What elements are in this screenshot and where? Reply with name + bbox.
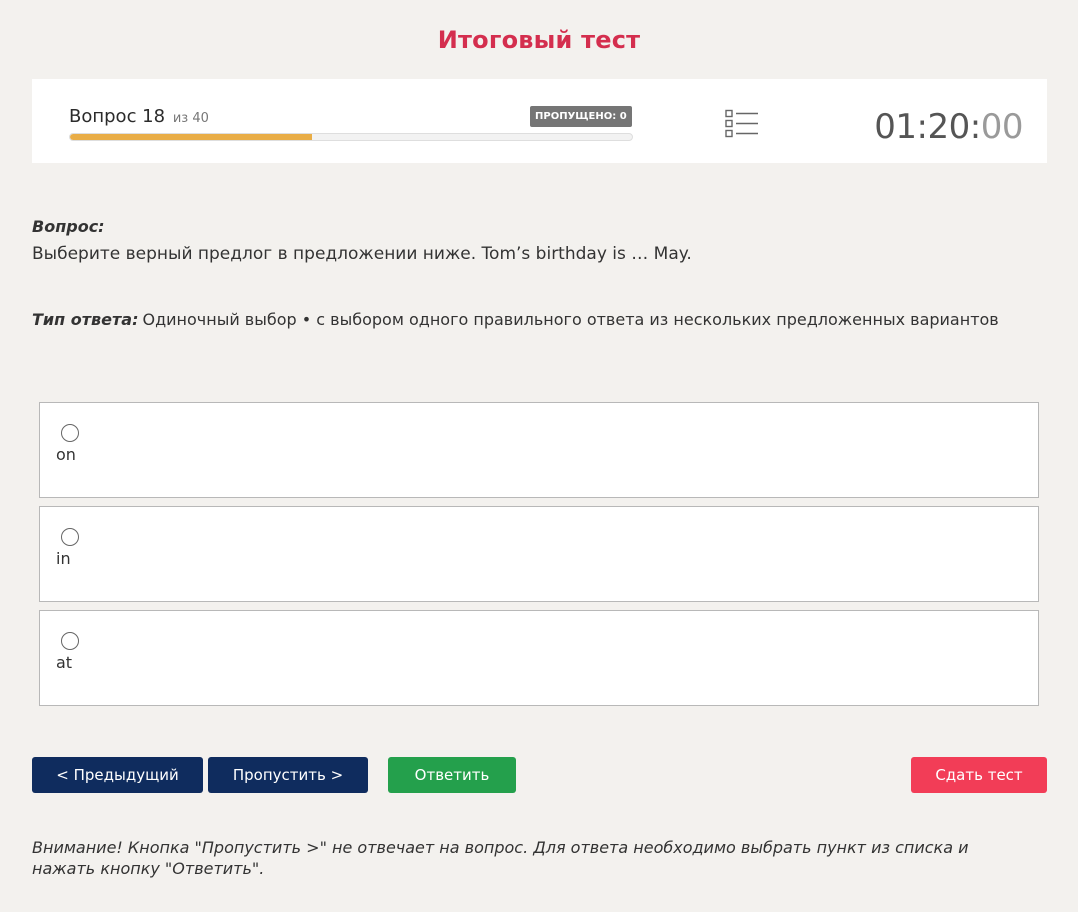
list-icon — [725, 109, 758, 138]
question-text: Выберите верный предлог в предложении ни… — [32, 244, 692, 264]
skip-button[interactable]: Пропустить > — [208, 757, 368, 793]
submit-test-button[interactable]: Сдать тест — [911, 757, 1047, 793]
timer: 01:20:00 — [874, 107, 1023, 147]
answer-button[interactable]: Ответить — [388, 757, 516, 793]
question-total: из 40 — [172, 111, 209, 126]
answer-type-label: Тип ответа: — [32, 310, 139, 329]
question-label: Вопрос: — [32, 217, 105, 236]
answer-option-in[interactable]: in — [39, 506, 1039, 602]
timer-main: 01:20: — [874, 107, 981, 147]
progress-bar — [69, 133, 633, 141]
question-counter: Вопрос 18 из 40 — [69, 106, 209, 127]
page-title: Итоговый тест — [437, 26, 641, 54]
radio-button[interactable] — [61, 528, 79, 546]
option-label: at — [56, 653, 73, 672]
question-list-button[interactable] — [725, 109, 759, 139]
skipped-badge: ПРОПУЩЕНО: 0 — [530, 106, 632, 127]
option-label: on — [56, 445, 76, 464]
question-number: Вопрос 18 — [69, 106, 166, 127]
answer-type-text: Одиночный выбор • с выбором одного прави… — [142, 310, 999, 329]
radio-button[interactable] — [61, 424, 79, 442]
answer-option-on[interactable]: on — [39, 402, 1039, 498]
option-label: in — [56, 549, 71, 568]
status-panel: Вопрос 18 из 40 ПРОПУЩЕНО: 0 01:20:00 — [32, 79, 1047, 163]
skip-warning: Внимание! Кнопка "Пропустить >" не отвеч… — [32, 838, 969, 878]
previous-button[interactable]: < Предыдущий — [32, 757, 203, 793]
progress-fill — [70, 134, 312, 140]
radio-button[interactable] — [61, 632, 79, 650]
timer-seconds: 00 — [980, 107, 1024, 147]
answer-option-at[interactable]: at — [39, 610, 1039, 706]
answer-type: Тип ответа: Одиночный выбор • с выбором о… — [32, 310, 999, 329]
